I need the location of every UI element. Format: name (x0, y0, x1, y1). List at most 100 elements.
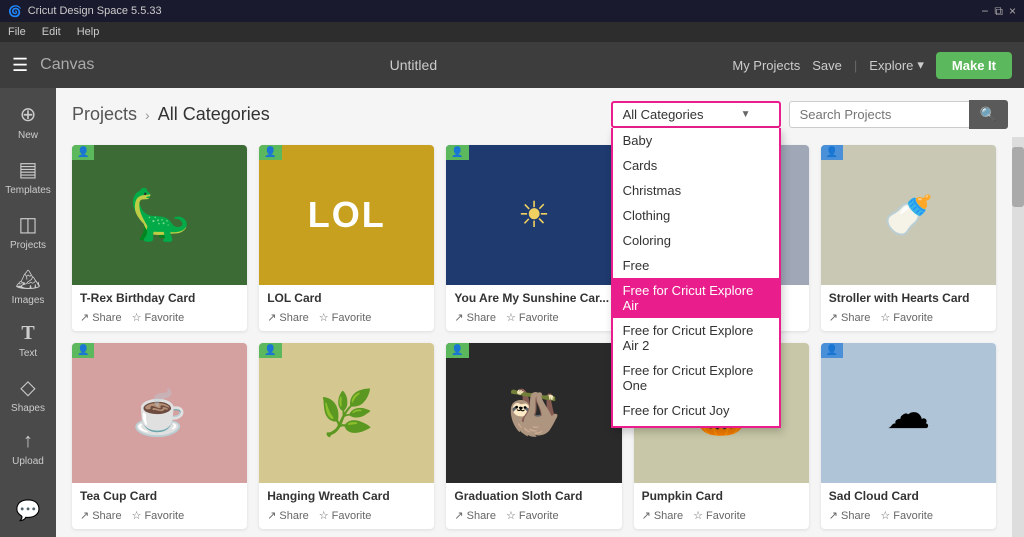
badge-icon-2: 👤 (264, 147, 276, 158)
card-preview-2: LOL (259, 145, 434, 285)
minimize-button[interactable]: − (981, 4, 988, 18)
menu-help[interactable]: Help (77, 26, 100, 38)
dropdown-item-free-explore-one[interactable]: Free for Cricut Explore One (613, 358, 779, 398)
favorite-action-7[interactable]: ☆ Favorite (319, 509, 372, 522)
project-card-6: 👤 ☕ Tea Cup Card ↗ Share ☆ Favorite (72, 343, 247, 529)
badge-icon-10: 👤 (826, 345, 838, 356)
share-icon-7: ↗ (267, 509, 276, 522)
card-title-7: Hanging Wreath Card (259, 483, 434, 507)
share-action-5[interactable]: ↗ Share (829, 311, 871, 324)
sidebar-item-upload[interactable]: ↑ Upload (0, 424, 56, 473)
sidebar-item-chat[interactable]: 💬 (0, 492, 56, 529)
dropdown-item-christmas[interactable]: Christmas (613, 178, 779, 203)
app-icon: 🌀 (8, 5, 22, 18)
search-icon: 🔍 (980, 106, 997, 122)
star-icon-6: ☆ (132, 509, 142, 522)
sidebar-item-new[interactable]: ⊕ New (0, 96, 56, 147)
badge-icon-8: 👤 (451, 345, 463, 356)
card-image-1: 👤 🦕 (72, 145, 247, 285)
close-button[interactable]: × (1009, 4, 1016, 18)
card-image-2: 👤 LOL (259, 145, 434, 285)
share-action-10[interactable]: ↗ Share (829, 509, 871, 522)
sidebar-item-templates[interactable]: ▤ Templates (0, 151, 56, 202)
document-title: Untitled (390, 57, 437, 73)
card-actions-6: ↗ Share ☆ Favorite (72, 507, 247, 528)
share-action-9[interactable]: ↗ Share (642, 509, 684, 522)
badge-icon-5: 👤 (826, 147, 838, 158)
header-left: ☰ Canvas (12, 55, 94, 76)
card-title-6: Tea Cup Card (72, 483, 247, 507)
category-dropdown-menu[interactable]: Baby Cards Christmas Clothing Coloring F… (611, 128, 781, 428)
share-action-2[interactable]: ↗ Share (267, 311, 309, 324)
search-input[interactable] (789, 101, 969, 128)
favorite-action-1[interactable]: ☆ Favorite (132, 311, 185, 324)
favorite-action-9[interactable]: ☆ Favorite (693, 509, 746, 522)
menu-edit[interactable]: Edit (42, 26, 61, 38)
badge-icon-3: 👤 (451, 147, 463, 158)
hamburger-menu[interactable]: ☰ (12, 55, 28, 76)
card-image-8: 👤 🦥 (446, 343, 621, 483)
dropdown-item-cards[interactable]: Cards (613, 153, 779, 178)
favorite-action-10[interactable]: ☆ Favorite (880, 509, 933, 522)
scrollbar-track[interactable] (1012, 137, 1024, 537)
card-actions-5: ↗ Share ☆ Favorite (821, 309, 996, 330)
favorite-action-5[interactable]: ☆ Favorite (880, 311, 933, 324)
share-action-6[interactable]: ↗ Share (80, 509, 122, 522)
divider: | (854, 58, 857, 73)
dropdown-item-free-joy[interactable]: Free for Cricut Joy (613, 398, 779, 423)
dropdown-item-baby[interactable]: Baby (613, 128, 779, 153)
share-action-3[interactable]: ↗ Share (454, 311, 496, 324)
save-button[interactable]: Save (812, 58, 842, 73)
scrollbar-thumb[interactable] (1012, 147, 1024, 207)
card-image-3: 👤 ☀ (446, 145, 621, 285)
breadcrumb-home[interactable]: Projects (72, 104, 137, 125)
sidebar: ⊕ New ▤ Templates ◫ Projects 🏔 Images T … (0, 88, 56, 537)
card-title-10: Sad Cloud Card (821, 483, 996, 507)
star-icon-8: ☆ (506, 509, 516, 522)
project-card-8: 👤 🦥 Graduation Sloth Card ↗ Share ☆ Favo… (446, 343, 621, 529)
card-preview-5: 🍼 (821, 145, 996, 285)
dropdown-item-free-explore-air[interactable]: Free for Cricut Explore Air (613, 278, 779, 318)
dropdown-arrow-icon: ▼ (741, 109, 751, 120)
make-it-button[interactable]: Make It (936, 52, 1012, 79)
card-preview-10: ☁ (821, 343, 996, 483)
favorite-action-8[interactable]: ☆ Favorite (506, 509, 559, 522)
card-title-5: Stroller with Hearts Card (821, 285, 996, 309)
maximize-button[interactable]: ⧉ (994, 4, 1003, 19)
title-bar-controls[interactable]: − ⧉ × (981, 4, 1016, 19)
star-icon-2: ☆ (319, 311, 329, 324)
share-action-8[interactable]: ↗ Share (454, 509, 496, 522)
project-card-1: 👤 🦕 T-Rex Birthday Card ↗ Share ☆ Favori… (72, 145, 247, 331)
badge-icon-1: 👤 (77, 147, 89, 158)
access-badge-8: 👤 (446, 343, 468, 358)
badge-icon-6: 👤 (77, 345, 89, 356)
search-wrapper: 🔍 (789, 100, 1008, 129)
dropdown-item-free-explore-air-2[interactable]: Free for Cricut Explore Air 2 (613, 318, 779, 358)
favorite-action-3[interactable]: ☆ Favorite (506, 311, 559, 324)
sidebar-item-projects[interactable]: ◫ Projects (0, 206, 56, 257)
content-area: Projects › All Categories All Categories… (56, 88, 1024, 537)
favorite-action-6[interactable]: ☆ Favorite (132, 509, 185, 522)
dropdown-item-free-maker[interactable]: Free for Cricut Maker (613, 423, 779, 428)
share-action-1[interactable]: ↗ Share (80, 311, 122, 324)
canvas-label: Canvas (40, 56, 94, 74)
my-projects-button[interactable]: My Projects (732, 58, 800, 73)
share-action-7[interactable]: ↗ Share (267, 509, 309, 522)
sidebar-item-shapes[interactable]: ◇ Shapes (0, 369, 56, 420)
dropdown-item-clothing[interactable]: Clothing (613, 203, 779, 228)
project-card-10: 👤 ☁ Sad Cloud Card ↗ Share ☆ Favorite (821, 343, 996, 529)
search-button[interactable]: 🔍 (969, 100, 1008, 129)
sidebar-item-text[interactable]: T Text (0, 316, 56, 365)
dropdown-selected-value: All Categories (623, 107, 704, 122)
category-dropdown[interactable]: All Categories ▼ (611, 101, 781, 128)
dropdown-item-free[interactable]: Free (613, 253, 779, 278)
dropdown-item-coloring[interactable]: Coloring (613, 228, 779, 253)
sidebar-item-images[interactable]: 🏔 Images (0, 261, 56, 312)
card-actions-2: ↗ Share ☆ Favorite (259, 309, 434, 330)
menu-file[interactable]: File (8, 26, 26, 38)
favorite-action-2[interactable]: ☆ Favorite (319, 311, 372, 324)
card-image-7: 👤 🌿 (259, 343, 434, 483)
main-layout: ⊕ New ▤ Templates ◫ Projects 🏔 Images T … (0, 88, 1024, 537)
share-icon-10: ↗ (829, 509, 838, 522)
explore-button[interactable]: Explore ▾ (869, 57, 924, 73)
